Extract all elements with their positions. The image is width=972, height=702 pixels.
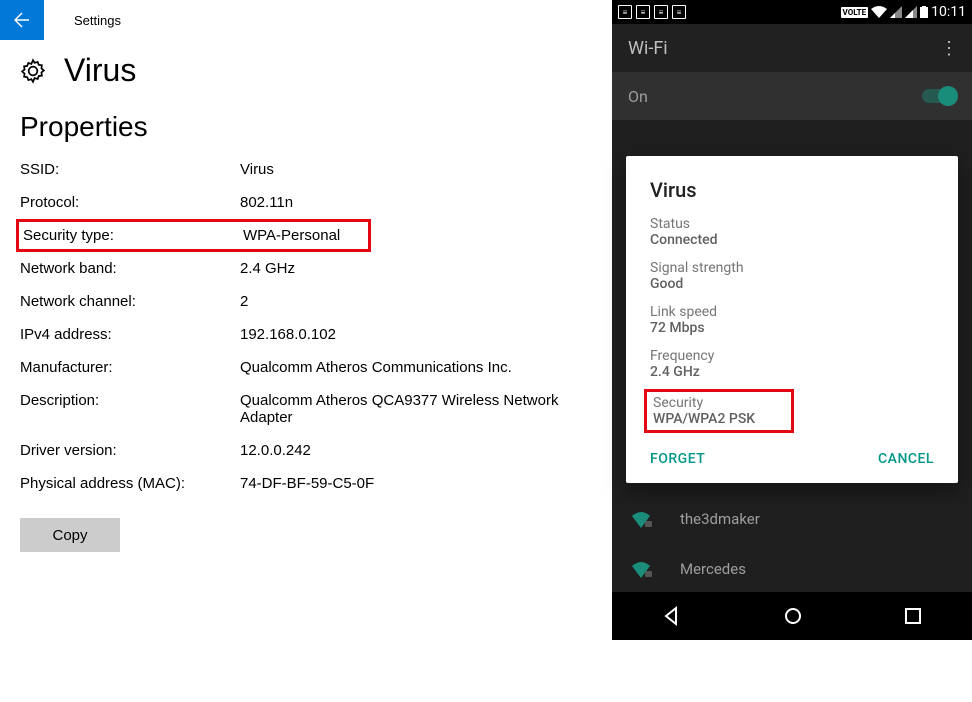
- value: 72 Mbps: [650, 320, 934, 336]
- label: Security: [653, 395, 785, 411]
- page-header: Virus: [0, 40, 600, 89]
- value: Qualcomm Atheros Communications Inc.: [240, 359, 580, 376]
- titlebar-label: Settings: [74, 13, 121, 28]
- network-list-item[interactable]: the3dmaker: [612, 494, 972, 544]
- label: Manufacturer:: [20, 359, 240, 376]
- value: 74-DF-BF-59-C5-0F: [240, 475, 580, 492]
- label: Frequency: [650, 348, 934, 364]
- cancel-button[interactable]: CANCEL: [878, 451, 934, 467]
- row-channel: Network channel:2: [20, 285, 580, 318]
- wifi-icon: [871, 6, 887, 18]
- overflow-menu-icon[interactable]: ⋮: [940, 38, 956, 59]
- value: Connected: [650, 232, 934, 248]
- value: 802.11n: [240, 194, 580, 211]
- copy-button[interactable]: Copy: [20, 518, 120, 552]
- notification-icon: ≡: [618, 5, 632, 19]
- dialog-actions: FORGET CANCEL: [650, 443, 934, 471]
- label: Network band:: [20, 260, 240, 277]
- network-name: Mercedes: [680, 560, 746, 578]
- dialog-frequency: Frequency2.4 GHz: [650, 348, 934, 380]
- label: Status: [650, 216, 934, 232]
- value: 192.168.0.102: [240, 326, 580, 343]
- status-bar-right: VOLTE 10:11: [841, 4, 966, 20]
- app-bar: Wi-Fi ⋮: [612, 24, 972, 72]
- network-list-item[interactable]: Mercedes: [612, 544, 972, 594]
- notification-icon: ≡: [672, 5, 686, 19]
- label: Network channel:: [20, 293, 240, 310]
- windows-settings-pane: Settings Virus Properties SSID:Virus Pro…: [0, 0, 600, 702]
- dialog-title: Virus: [650, 178, 934, 202]
- arrow-left-icon: [14, 12, 30, 28]
- value: 2.4 GHz: [650, 364, 934, 380]
- wifi-toggle-row: On: [612, 72, 972, 120]
- nav-home-icon[interactable]: [783, 606, 803, 626]
- dialog-speed: Link speed72 Mbps: [650, 304, 934, 336]
- signal-icon: [890, 6, 902, 18]
- value: 12.0.0.242: [240, 442, 580, 459]
- value: WPA-Personal: [243, 227, 364, 244]
- signal-icon: [905, 6, 917, 18]
- label: Description:: [20, 392, 240, 426]
- nav-recent-icon[interactable]: [904, 607, 922, 625]
- wifi-toggle[interactable]: [922, 89, 956, 103]
- value: Virus: [240, 161, 580, 178]
- label: Protocol:: [20, 194, 240, 211]
- volte-badge: VOLTE: [841, 7, 869, 18]
- network-name: the3dmaker: [680, 510, 760, 528]
- row-security: Security type:WPA-Personal: [20, 219, 580, 252]
- toggle-knob: [938, 86, 958, 106]
- wifi-secure-icon: [630, 510, 652, 528]
- value: WPA/WPA2 PSK: [653, 411, 785, 427]
- properties-heading: Properties: [0, 89, 600, 153]
- wifi-details-dialog: Virus StatusConnected Signal strengthGoo…: [626, 156, 958, 483]
- on-label: On: [628, 87, 648, 106]
- label: Signal strength: [650, 260, 934, 276]
- app-bar-title: Wi-Fi: [628, 38, 668, 59]
- android-wifi-pane: ≡ ≡ ≡ ≡ VOLTE 10:11 Wi-Fi ⋮ On: [612, 0, 972, 640]
- clock: 10:11: [931, 4, 966, 20]
- battery-icon: [920, 6, 928, 18]
- notification-icon: ≡: [654, 5, 668, 19]
- status-bar-left: ≡ ≡ ≡ ≡: [618, 5, 686, 19]
- properties-list: SSID:Virus Protocol:802.11n Security typ…: [0, 153, 600, 500]
- row-manufacturer: Manufacturer:Qualcomm Atheros Communicat…: [20, 351, 580, 384]
- back-button[interactable]: [0, 0, 44, 40]
- wifi-secure-icon: [630, 560, 652, 578]
- dialog-security: SecurityWPA/WPA2 PSK: [644, 389, 794, 433]
- nav-back-icon[interactable]: [662, 606, 682, 626]
- notification-icon: ≡: [636, 5, 650, 19]
- dialog-status: StatusConnected: [650, 216, 934, 248]
- status-bar: ≡ ≡ ≡ ≡ VOLTE 10:11: [612, 0, 972, 24]
- label: Security type:: [23, 227, 243, 244]
- label: SSID:: [20, 161, 240, 178]
- row-protocol: Protocol:802.11n: [20, 186, 580, 219]
- label: IPv4 address:: [20, 326, 240, 343]
- value: 2: [240, 293, 580, 310]
- label: Driver version:: [20, 442, 240, 459]
- dialog-signal: Signal strengthGood: [650, 260, 934, 292]
- value: Good: [650, 276, 934, 292]
- row-ssid: SSID:Virus: [20, 153, 580, 186]
- titlebar: Settings: [0, 0, 600, 40]
- nav-bar: [612, 592, 972, 640]
- row-driver: Driver version:12.0.0.242: [20, 434, 580, 467]
- gear-icon: [20, 58, 46, 84]
- value: Qualcomm Atheros QCA9377 Wireless Networ…: [240, 392, 580, 426]
- page-title: Virus: [64, 52, 136, 89]
- forget-button[interactable]: FORGET: [650, 451, 705, 467]
- row-description: Description:Qualcomm Atheros QCA9377 Wir…: [20, 384, 580, 434]
- label: Physical address (MAC):: [20, 475, 240, 492]
- label: Link speed: [650, 304, 934, 320]
- row-band: Network band:2.4 GHz: [20, 252, 580, 285]
- row-ipv4: IPv4 address:192.168.0.102: [20, 318, 580, 351]
- row-mac: Physical address (MAC):74-DF-BF-59-C5-0F: [20, 467, 580, 500]
- value: 2.4 GHz: [240, 260, 580, 277]
